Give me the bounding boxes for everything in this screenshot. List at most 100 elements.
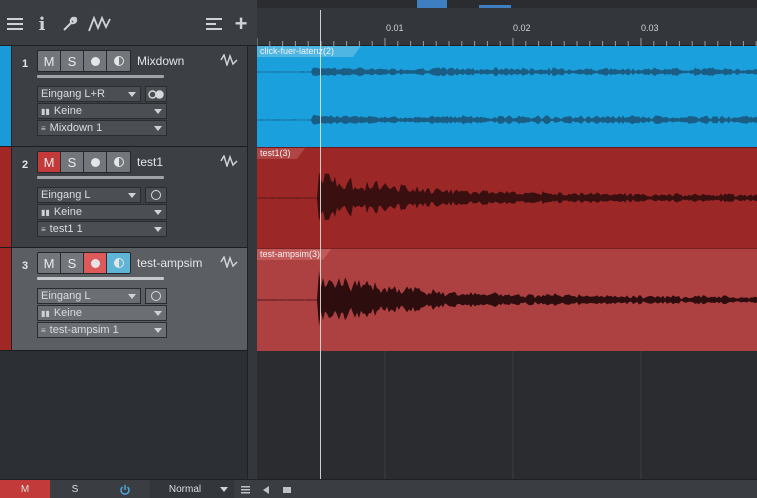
track-name[interactable]: test-ampsim bbox=[137, 256, 202, 270]
stereo-link-button[interactable] bbox=[145, 86, 167, 102]
volume-fader[interactable] bbox=[37, 277, 164, 280]
monitor-icon bbox=[113, 258, 124, 268]
info-icon[interactable]: i bbox=[36, 14, 48, 35]
track-header-1[interactable]: 1 M S Mixdown Eingang L+R ▮▮ Keine ≡ Mixdo… bbox=[0, 46, 257, 147]
solo-button[interactable]: S bbox=[61, 253, 84, 273]
monitor-icon bbox=[113, 157, 124, 167]
collapse-left-icon[interactable] bbox=[259, 480, 273, 498]
bottom-bar: M S Normal bbox=[0, 479, 757, 498]
mute-button[interactable]: M bbox=[38, 51, 61, 71]
power-button[interactable] bbox=[100, 480, 150, 498]
monitor-icon bbox=[113, 56, 124, 66]
power-icon bbox=[120, 484, 130, 495]
clip-waveform bbox=[257, 249, 757, 327]
track-number: 2 bbox=[21, 159, 29, 171]
ruler-tick-label: 0.03 bbox=[641, 23, 659, 33]
input-select[interactable]: Eingang L bbox=[37, 187, 141, 203]
clip-waveform bbox=[257, 46, 757, 125]
input-label: Eingang L bbox=[41, 189, 91, 201]
channel-select[interactable]: ≡ test1 1 bbox=[37, 221, 167, 237]
input-select[interactable]: Eingang L bbox=[37, 288, 141, 304]
track-color-strip bbox=[0, 248, 12, 350]
clip-label: click-fuer-latenz(2) bbox=[260, 46, 335, 56]
mono-icon bbox=[151, 190, 161, 200]
channel-icon: ≡ bbox=[41, 123, 46, 133]
arrangement-view[interactable]: click-fuer-latenz(2) test1(3) test-ampsi… bbox=[257, 46, 757, 479]
timeline-ruler[interactable]: 0.01 0.02 0.03 bbox=[257, 0, 757, 46]
channel-select[interactable]: ≡ test-ampsim 1 bbox=[37, 322, 167, 338]
channel-icon: ≡ bbox=[41, 325, 46, 335]
waveform-icon[interactable] bbox=[220, 54, 238, 66]
monitor-button[interactable] bbox=[107, 253, 130, 273]
output-label: Keine bbox=[53, 206, 82, 218]
list-icon[interactable] bbox=[6, 14, 24, 34]
mono-button[interactable] bbox=[145, 187, 167, 203]
ruler-tick-label: 0.02 bbox=[513, 23, 531, 33]
output-select[interactable]: ▮▮ Keine bbox=[37, 204, 167, 220]
scrollbar-thumb-icon[interactable] bbox=[280, 480, 294, 498]
track-list-icon[interactable] bbox=[205, 14, 223, 34]
chevron-down-icon bbox=[220, 487, 228, 492]
panel-divider[interactable] bbox=[247, 46, 257, 479]
track-color-strip bbox=[0, 147, 12, 247]
chevron-down-icon bbox=[154, 227, 162, 232]
ruler-tick-label: 0.01 bbox=[386, 23, 404, 33]
chevron-down-icon bbox=[128, 92, 136, 97]
add-glyph: + bbox=[234, 11, 248, 36]
output-select[interactable]: ▮▮ Keine bbox=[37, 103, 167, 119]
automation-icon[interactable] bbox=[88, 14, 112, 34]
playhead-cursor[interactable] bbox=[320, 10, 321, 479]
global-mute-button[interactable]: M bbox=[0, 480, 50, 498]
track-buttons: M S bbox=[37, 252, 131, 274]
record-button[interactable] bbox=[84, 152, 107, 172]
track-number: 1 bbox=[21, 58, 29, 70]
monitor-button[interactable] bbox=[107, 152, 130, 172]
mute-button[interactable]: M bbox=[38, 253, 61, 273]
mute-button[interactable]: M bbox=[38, 152, 61, 172]
mono-button[interactable] bbox=[145, 288, 167, 304]
empty-track-area bbox=[0, 351, 257, 479]
menu-icon[interactable] bbox=[238, 480, 252, 498]
record-icon bbox=[90, 258, 100, 268]
global-solo-button[interactable]: S bbox=[50, 480, 100, 498]
volume-fader[interactable] bbox=[37, 75, 164, 78]
chevron-down-icon bbox=[128, 294, 136, 299]
solo-button[interactable]: S bbox=[61, 51, 84, 71]
ruler-ticks bbox=[257, 0, 757, 46]
track-name[interactable]: test1 bbox=[137, 155, 163, 169]
bars-icon: ▮▮ bbox=[41, 106, 50, 116]
channel-select[interactable]: ≡ Mixdown 1 bbox=[37, 120, 167, 136]
track-header-3[interactable]: 3 M S test-ampsim Eingang L ▮▮ Keine ≡ tes… bbox=[0, 248, 257, 351]
audio-clip[interactable]: click-fuer-latenz(2) bbox=[257, 46, 757, 147]
global-solo-label: S bbox=[71, 484, 79, 495]
mono-icon bbox=[151, 291, 161, 301]
audio-clip[interactable]: test-ampsim(3) bbox=[257, 248, 757, 351]
clip-label: test-ampsim(3) bbox=[260, 249, 321, 259]
input-label: Eingang L bbox=[41, 290, 91, 302]
audio-clip[interactable]: test1(3) bbox=[257, 147, 757, 248]
record-button[interactable] bbox=[84, 253, 107, 273]
input-select[interactable]: Eingang L+R bbox=[37, 86, 141, 102]
add-track-icon[interactable]: + bbox=[232, 11, 250, 36]
volume-fader[interactable] bbox=[37, 176, 164, 179]
record-button[interactable] bbox=[84, 51, 107, 71]
mode-select[interactable]: Normal bbox=[150, 480, 234, 498]
waveform-icon[interactable] bbox=[220, 256, 238, 268]
track-name[interactable]: Mixdown bbox=[137, 54, 184, 68]
clip-waveform bbox=[257, 148, 757, 222]
track-number: 3 bbox=[21, 260, 29, 272]
track-color-strip bbox=[0, 46, 12, 146]
wrench-icon[interactable] bbox=[61, 14, 79, 34]
monitor-button[interactable] bbox=[107, 51, 130, 71]
chevron-down-icon bbox=[154, 210, 162, 215]
output-select[interactable]: ▮▮ Keine bbox=[37, 305, 167, 321]
channel-label: test-ampsim 1 bbox=[49, 324, 119, 336]
solo-button[interactable]: S bbox=[61, 152, 84, 172]
mode-label: Normal bbox=[168, 484, 202, 495]
waveform-icon[interactable] bbox=[220, 155, 238, 167]
empty-lanes bbox=[384, 351, 642, 479]
input-label: Eingang L+R bbox=[41, 88, 105, 100]
track-buttons: M S bbox=[37, 50, 131, 72]
channel-label: test1 1 bbox=[49, 223, 83, 235]
track-header-2[interactable]: 2 M S test1 Eingang L ▮▮ Keine ≡ test1 1 bbox=[0, 147, 257, 248]
